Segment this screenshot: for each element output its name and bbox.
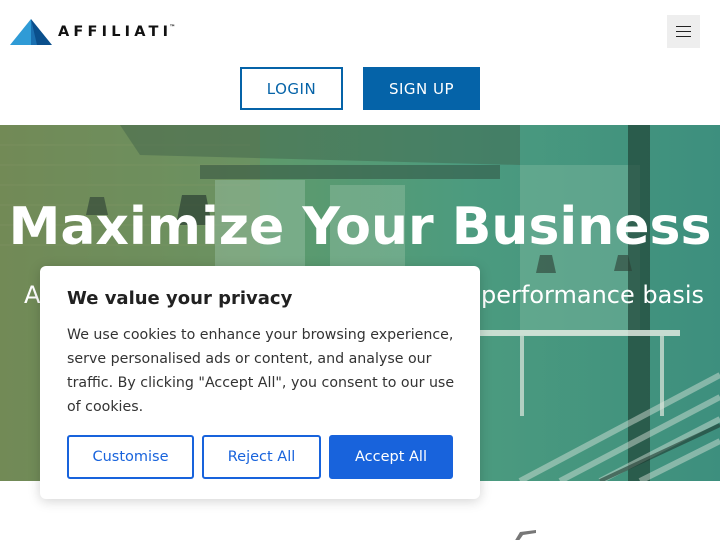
- accept-all-button[interactable]: Accept All: [329, 435, 453, 479]
- hero-subtitle-left: A: [24, 281, 41, 309]
- cookie-banner-text: We use cookies to enhance your browsing …: [67, 327, 455, 415]
- partial-graphic-icon: [515, 530, 536, 540]
- hamburger-menu-button[interactable]: [667, 15, 700, 48]
- affiliati-triangle-logo-icon: [10, 19, 52, 45]
- site-header: AFFILIATI™ LOGIN SIGN UP: [0, 0, 720, 125]
- cookie-consent-banner: We value your privacy We use cookies to …: [40, 266, 480, 499]
- login-button[interactable]: LOGIN: [240, 67, 343, 110]
- reject-all-button[interactable]: Reject All: [202, 435, 321, 479]
- customise-button[interactable]: Customise: [67, 435, 194, 479]
- hero-subtitle-right: performance basis: [481, 281, 704, 309]
- hamburger-menu-icon: [676, 25, 691, 28]
- hero-title: Maximize Your Business: [8, 197, 712, 257]
- site-logo[interactable]: AFFILIATI™: [10, 18, 175, 46]
- signup-button[interactable]: SIGN UP: [363, 67, 480, 110]
- cookie-banner-title: We value your privacy: [67, 288, 293, 309]
- logo-text: AFFILIATI™: [58, 24, 176, 40]
